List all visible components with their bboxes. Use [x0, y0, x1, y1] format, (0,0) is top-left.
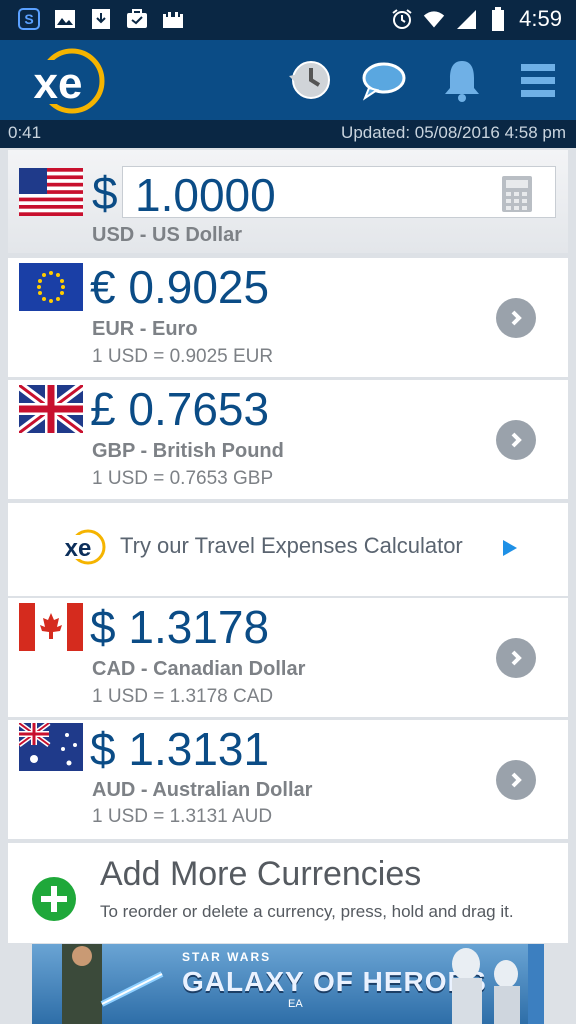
- uk-flag-icon: [16, 381, 86, 437]
- base-currency-row[interactable]: $ 1.0000 USD - US Dollar: [8, 150, 568, 253]
- castle-icon: [162, 8, 184, 30]
- chat-icon[interactable]: [357, 54, 409, 106]
- alarm-icon: [391, 8, 413, 30]
- image-icon: [54, 8, 76, 30]
- chevron-right-icon[interactable]: [496, 638, 536, 678]
- currency-row-cad[interactable]: $ 1.3178 CAD - Canadian Dollar 1 USD = 1…: [8, 598, 568, 717]
- travel-calculator-promo[interactable]: xe Try our Travel Expenses Calculator: [8, 503, 568, 596]
- menu-icon[interactable]: [512, 54, 564, 106]
- s-app-icon: S: [18, 8, 40, 30]
- base-amount-value: 1.0000: [135, 169, 276, 221]
- currency-symbol: $: [90, 601, 116, 653]
- currency-name: GBP - British Pound: [92, 440, 284, 462]
- app-bar: xe: [0, 40, 576, 120]
- briefcase-icon: [126, 8, 148, 30]
- base-currency-name: USD - US Dollar: [92, 224, 243, 246]
- currency-name: EUR - Euro: [92, 318, 198, 340]
- base-amount-input[interactable]: 1.0000: [122, 166, 556, 221]
- exchange-rate: 1 USD = 0.9025 EUR: [92, 346, 274, 367]
- add-plus-icon[interactable]: [32, 877, 76, 921]
- currency-amount: 0.9025: [128, 261, 270, 313]
- promo-logo-text: xe: [65, 535, 92, 562]
- eu-flag-icon: [19, 263, 83, 311]
- promo-text[interactable]: Try our Travel Expenses Calculator: [120, 533, 463, 559]
- ad-line1: STAR WARS: [182, 950, 272, 964]
- exchange-rate: 1 USD = 1.3178 CAD: [92, 686, 274, 707]
- logo-text: xe: [34, 59, 83, 108]
- battery-icon: [487, 7, 509, 31]
- updated-timestamp: Updated: 05/08/2016 4:58 pm: [341, 123, 566, 142]
- reorder-hint: To reorder or delete a currency, press, …: [100, 902, 514, 921]
- exchange-rate: 1 USD = 0.7653 GBP: [92, 468, 274, 489]
- ad-troopers-image: [452, 948, 520, 1024]
- update-strip: 0:41 Updated: 05/08/2016 4:58 pm: [0, 120, 576, 148]
- ad-banner[interactable]: STAR WARS GALAXY OF HEROES EA: [32, 944, 544, 1024]
- currency-amount: 0.7653: [128, 383, 270, 435]
- currency-row-gbp[interactable]: £ 0.7653 GBP - British Pound 1 USD = 0.7…: [8, 380, 568, 499]
- play-arrow-icon: [502, 539, 518, 562]
- history-icon[interactable]: [283, 54, 335, 106]
- canada-flag-icon: [19, 603, 83, 651]
- download-icon: [90, 8, 112, 30]
- currency-row-aud[interactable]: $ 1.3131 AUD - Australian Dollar 1 USD =…: [8, 720, 568, 839]
- elapsed-time: 0:41: [8, 123, 42, 142]
- chevron-right-icon[interactable]: [496, 420, 536, 460]
- bell-icon[interactable]: [436, 54, 488, 106]
- chevron-right-icon[interactable]: [496, 760, 536, 800]
- us-flag-icon: [19, 168, 83, 216]
- signal-icon: [455, 8, 477, 30]
- wifi-icon: [423, 8, 445, 30]
- status-bar: S 4:59: [0, 0, 576, 40]
- currency-name: AUD - Australian Dollar: [92, 779, 313, 801]
- chevron-right-icon[interactable]: [496, 298, 536, 338]
- currency-name: CAD - Canadian Dollar: [92, 658, 306, 680]
- xe-currency-screen: S 4:59 xe 0:41 Updated: 05/08/2016 4:58 …: [0, 0, 576, 1024]
- xe-small-logo-icon: xe: [56, 527, 108, 567]
- currency-amount: 1.3131: [128, 723, 270, 775]
- clock-time: 4:59: [519, 6, 562, 31]
- xe-logo[interactable]: xe: [18, 46, 110, 116]
- add-more-currencies-row[interactable]: Add More Currencies To reorder or delete…: [8, 843, 568, 943]
- ad-side-tab[interactable]: [528, 944, 544, 1024]
- currency-row-eur[interactable]: € 0.9025 EUR - Euro 1 USD = 0.9025 EUR: [8, 258, 568, 377]
- currency-symbol: $: [90, 723, 116, 775]
- currency-amount: 1.3178: [128, 601, 270, 653]
- ad-character-image: [62, 944, 164, 1024]
- currency-symbol: €: [90, 261, 116, 313]
- exchange-rate: 1 USD = 1.3131 AUD: [92, 806, 273, 827]
- ad-line3: EA: [288, 998, 303, 1010]
- currency-symbol: £: [90, 383, 116, 435]
- add-more-title[interactable]: Add More Currencies: [100, 855, 421, 894]
- calculator-icon[interactable]: [501, 175, 533, 213]
- australia-flag-icon: [17, 720, 83, 771]
- svg-text:S: S: [24, 11, 33, 27]
- base-currency-symbol: $: [92, 167, 118, 219]
